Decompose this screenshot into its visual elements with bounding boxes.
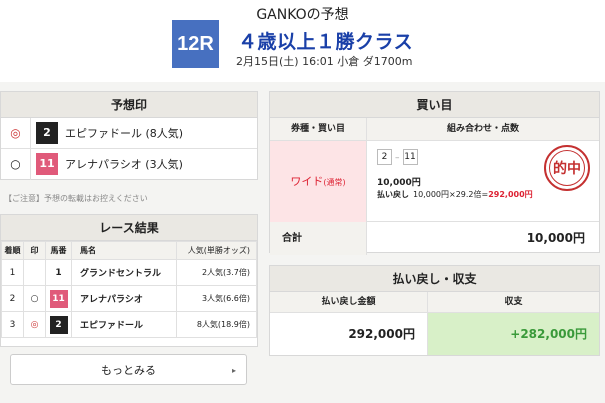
- col-ticket-type: 券種・買い目: [270, 118, 367, 141]
- col-popularity: 人気(単勝オッズ): [175, 241, 258, 260]
- horse-number: 11: [49, 289, 68, 308]
- total-label: 合計: [270, 222, 367, 255]
- col-rank: 着順: [1, 241, 24, 260]
- race-number-badge: 12R: [172, 20, 219, 68]
- bet-panel: 買い目 券種・買い目 組み合わせ・点数 ワイド(通常) 2–11 10,000円…: [269, 91, 600, 255]
- hit-stamp-label: 的中: [549, 150, 585, 186]
- rank: 2: [1, 285, 24, 312]
- result-heading: レース結果: [1, 215, 257, 241]
- payout-heading: 払い戻し・収支: [270, 266, 599, 292]
- rank: 3: [1, 311, 24, 338]
- taikou-mark-icon: ○: [23, 285, 46, 312]
- chevron-right-icon: ▸: [231, 366, 236, 375]
- payout-panel: 払い戻し・収支 払い戻し金額 収支 292,000円 +282,000円: [269, 265, 600, 356]
- combo-number: 2: [377, 149, 392, 165]
- payout-amount: 292,000円: [270, 313, 428, 355]
- col-combination: 組み合わせ・点数: [446, 124, 519, 134]
- prediction-panel: 予想印 ◎ 2 エピファドール (8人気) ○ 11 アレナパラシオ (3人気): [0, 91, 258, 180]
- balance-value: +282,000円: [428, 313, 599, 355]
- col-mark: 印: [23, 241, 46, 260]
- horse-number: 1: [55, 267, 62, 278]
- col-number: 馬番: [45, 241, 72, 260]
- result-table: 着順 印 馬番 馬名 人気(単勝オッズ) 1 1 グランドセントラル 2人気(3…: [1, 241, 258, 338]
- race-info: 2月15日(土) 16:01 小倉 ダ1700m: [236, 55, 413, 68]
- horse-name: エピファドール (8人気): [65, 127, 184, 140]
- popularity: 2人気(3.7倍): [175, 259, 258, 286]
- col-payout-amount: 払い戻し金額: [270, 292, 428, 313]
- col-balance: 収支: [504, 297, 523, 307]
- popularity: 3人気(6.6倍): [175, 285, 258, 312]
- total-value: 10,000円: [526, 231, 585, 245]
- honmei-mark-icon: ◎: [23, 311, 46, 338]
- caution-note: 【ご注意】予想の転載はお控えください: [4, 194, 148, 203]
- race-result-panel: レース結果 着順 印 馬番 馬名 人気(単勝オッズ) 1 1 グランドセントラル…: [0, 214, 258, 347]
- combination: 2–11: [377, 149, 418, 165]
- table-row: 2 ○ 11 アレナパラシオ 3人気(6.6倍): [1, 285, 258, 312]
- bet-heading: 買い目: [270, 92, 599, 118]
- horse-number: 11: [36, 153, 58, 175]
- more-button-label: もっとみる: [101, 364, 156, 377]
- combo-number: 11: [402, 149, 418, 165]
- rank: 1: [1, 259, 24, 286]
- prediction-heading: 予想印: [1, 92, 257, 118]
- horse-number: 2: [36, 122, 58, 144]
- hit-stamp-icon: 的中: [544, 145, 590, 191]
- horse-number: 2: [49, 315, 68, 334]
- payout-calc: 10,000円×29.2倍=: [413, 190, 489, 199]
- table-row: 1 1 グランドセントラル 2人気(3.7倍): [1, 259, 258, 286]
- payout-line: 払い戻し 10,000円×29.2倍=292,000円: [377, 189, 533, 200]
- more-button[interactable]: もっとみる ▸: [10, 354, 247, 385]
- race-header: GANKOの予想 12R ４歳以上１勝クラス 2月15日(土) 16:01 小倉…: [0, 0, 605, 82]
- honmei-mark-icon: ◎: [1, 118, 31, 149]
- mark: [23, 259, 46, 286]
- taikou-mark-icon: ○: [1, 149, 31, 180]
- payout-label: 払い戻し: [377, 190, 409, 199]
- popularity: 8人気(18.9倍): [175, 311, 258, 338]
- predictor-title: GANKOの予想: [256, 7, 349, 23]
- horse-name: アレナパラシオ: [71, 285, 177, 312]
- horse-name: エピファドール: [71, 311, 177, 338]
- bet-amount: 10,000円: [377, 178, 421, 188]
- race-name: ４歳以上１勝クラス: [238, 31, 414, 53]
- prediction-row: ◎ 2 エピファドール (8人気): [1, 118, 257, 149]
- horse-name: アレナパラシオ (3人気): [65, 158, 183, 171]
- horse-name: グランドセントラル: [71, 259, 177, 286]
- prediction-row: ○ 11 アレナパラシオ (3人気): [1, 149, 257, 180]
- ticket-subtype: (通常): [323, 178, 346, 187]
- payout-value: 292,000円: [488, 190, 533, 199]
- col-name: 馬名: [71, 241, 177, 260]
- table-row: 3 ◎ 2 エピファドール 8人気(18.9倍): [1, 311, 258, 338]
- ticket-type-label: ワイド: [290, 175, 324, 188]
- ticket-type: ワイド(通常): [270, 141, 367, 222]
